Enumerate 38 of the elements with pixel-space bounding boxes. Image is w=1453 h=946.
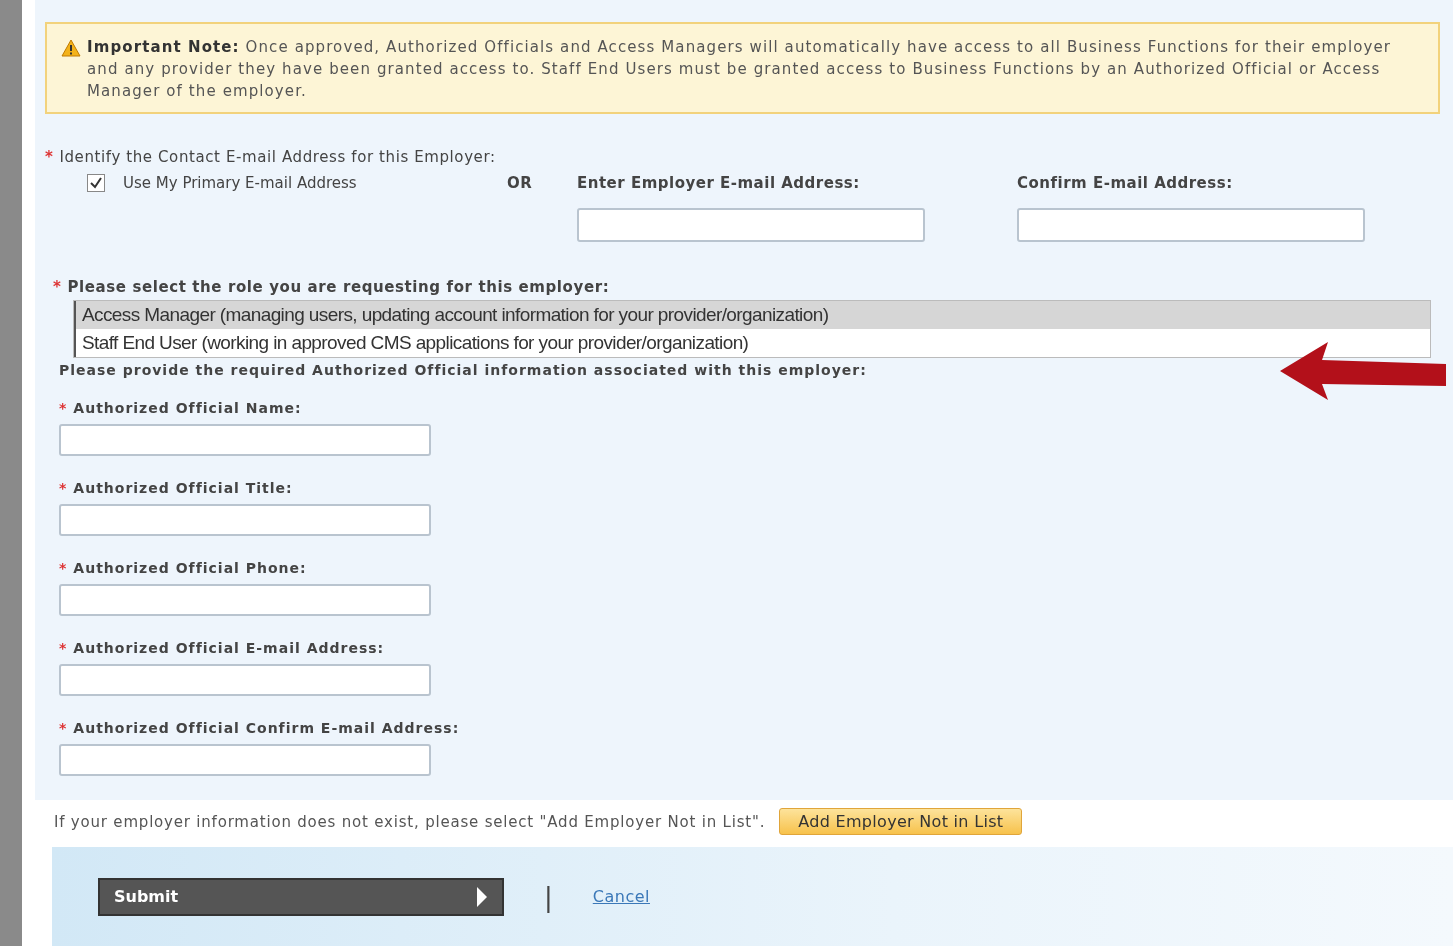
checkbox[interactable]	[87, 174, 105, 192]
field-label: Authorized Official Title:	[73, 480, 293, 496]
required-asterisk: *	[45, 148, 54, 166]
note-text: Important Note: Once approved, Authorized Officials and Access Managers will automatically have access to all Business Functions for their employer and any provider they have been granted access to. Staff End Users must be granted access to Business Functions by an Authorized Official or Access Manager of the employer.	[87, 37, 1393, 102]
checkbox-label: Use My Primary E-mail Address	[123, 174, 357, 192]
field-label: Authorized Official Name:	[73, 400, 302, 416]
play-triangle-icon	[476, 885, 488, 908]
cancel-link[interactable]: Cancel	[592, 887, 650, 906]
role-list[interactable]: Access Manager (managing users, updating account information for your provider/organization) Staff End User (working in approved CMS applications for your provider/organization)	[73, 300, 1431, 358]
role-label: Please select the role you are requesting for this employer:	[67, 278, 610, 296]
footer-text: If your employer information does not exist, please select "Add Employer Not in List".	[54, 812, 766, 831]
required-asterisk: *	[53, 278, 62, 296]
employer-email-field[interactable]	[577, 208, 925, 242]
input-field[interactable]	[59, 744, 431, 776]
field-label: Authorized Official Phone:	[73, 560, 307, 576]
confirm-email-field[interactable]	[1017, 208, 1365, 242]
confirm-email-label: Confirm E-mail Address:	[1017, 174, 1234, 192]
input-field[interactable]	[59, 504, 431, 536]
role-option[interactable]: Access Manager (managing users, updating account information for your provider/organization)	[74, 301, 1430, 329]
required-asterisk: *	[59, 720, 68, 736]
submit-button[interactable]: Submit	[98, 877, 504, 916]
field-label: Authorized Official Confirm E-mail Address:	[73, 720, 460, 736]
required-asterisk: *	[59, 400, 68, 416]
input-field[interactable]	[59, 424, 431, 456]
required-asterisk: *	[59, 480, 68, 496]
contact-email-label: Identify the Contact E-mail Address for this Employer:	[59, 148, 496, 166]
add-employer-button[interactable]: Add Employer Not in List	[779, 808, 1023, 835]
separator: |	[544, 881, 553, 912]
required-asterisk: *	[59, 560, 68, 576]
field-label: Authorized Official E-mail Address:	[73, 640, 385, 656]
warning-icon	[61, 39, 81, 57]
input-field[interactable]	[59, 584, 431, 616]
official-intro: Please provide the required Authorized Official information associated with this employer:	[59, 362, 868, 378]
arrow-icon	[1278, 340, 1448, 402]
required-asterisk: *	[59, 640, 68, 656]
or-label: OR	[507, 174, 534, 192]
input-field[interactable]	[59, 664, 431, 696]
employer-email-label: Enter Employer E-mail Address:	[577, 174, 861, 192]
